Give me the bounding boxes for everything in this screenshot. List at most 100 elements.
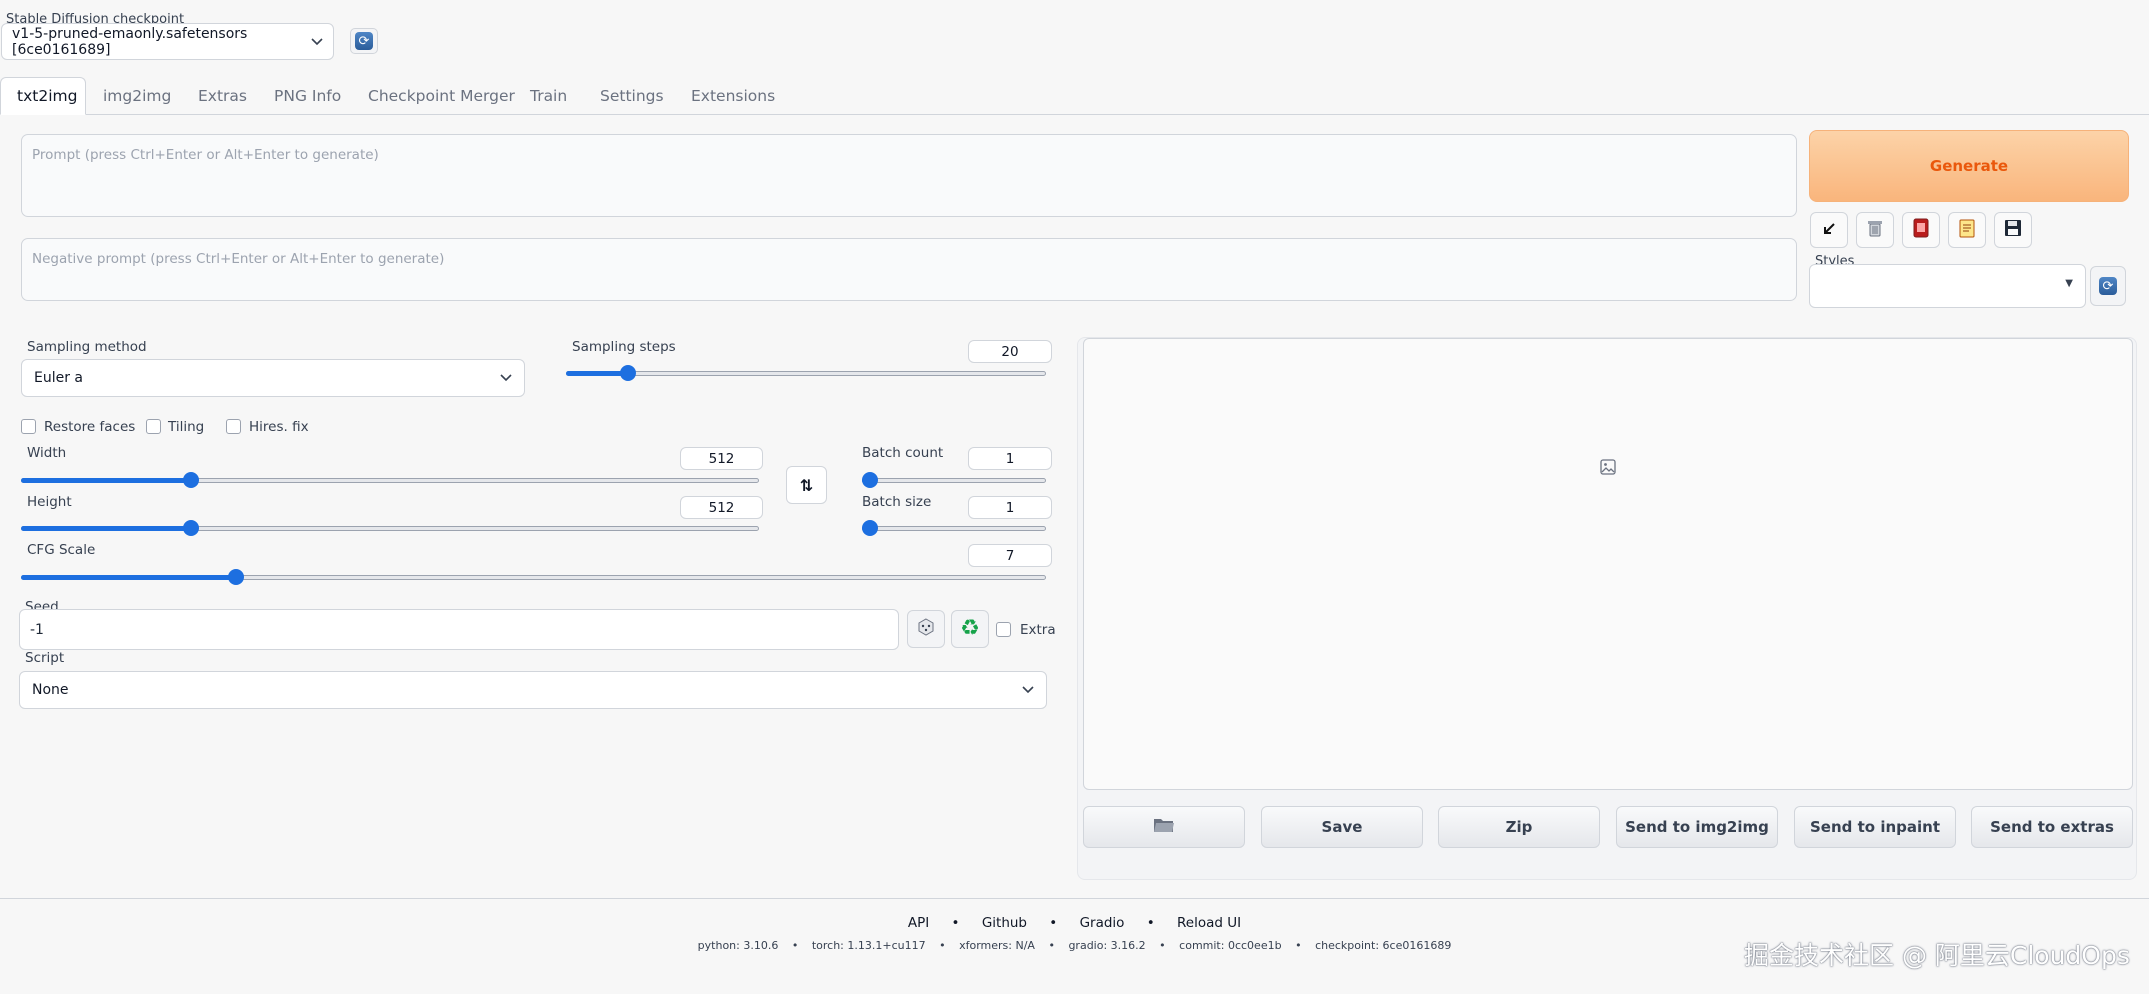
footer-link-reload-ui[interactable]: Reload UI [1177,915,1241,931]
tab-checkpoint-merger[interactable]: Checkpoint Merger [352,77,531,115]
refresh-icon: ⟳ [355,32,373,50]
batch-count-slider[interactable] [862,472,1046,488]
tiling-label: Tiling [168,419,205,435]
styles-select[interactable]: ▼ [1809,264,2086,308]
checkpoint-value: v1-5-pruned-emaonly.safetensors [6ce0161… [12,25,248,58]
script-value: None [32,682,69,698]
cfg-scale-input[interactable]: 7 [968,544,1052,567]
height-slider[interactable] [21,520,759,536]
chevron-down-icon [1022,682,1034,698]
swap-arrows-icon: ⇅ [799,475,814,495]
cfg-scale-label: CFG Scale [27,542,96,558]
hires-fix-checkbox[interactable] [226,419,241,434]
tab-txt2img[interactable]: txt2img [0,77,86,115]
prompt-input[interactable]: Prompt (press Ctrl+Enter or Alt+Enter to… [21,134,1797,217]
script-label: Script [25,650,65,666]
recycle-icon: ♻ [960,616,980,641]
sampling-method-select[interactable]: Euler a [21,359,525,397]
send-to-inpaint-button[interactable]: Send to inpaint [1794,806,1956,848]
styles-refresh-button[interactable]: ⟳ [2090,266,2126,306]
version-checkpoint: checkpoint: 6ce0161689 [1315,939,1452,952]
save-button[interactable]: Save [1261,806,1423,848]
seed-extra-label: Extra [1020,622,1056,638]
seed-extra-checkbox[interactable] [996,622,1011,637]
height-input[interactable]: 512 [680,496,763,519]
tab-extensions[interactable]: Extensions [675,77,791,115]
caret-down-icon: ▼ [2065,278,2073,289]
footer-separator: • [1048,939,1055,952]
width-slider[interactable] [21,472,759,488]
batch-size-slider[interactable] [862,520,1046,536]
batch-size-input[interactable]: 1 [968,496,1052,519]
save-style-button[interactable] [1994,212,2032,248]
chevron-down-icon [500,370,512,386]
clear-prompt-button[interactable] [1856,212,1894,248]
seed-input[interactable]: -1 [19,609,899,650]
footer-separator: • [1295,939,1302,952]
slider-thumb[interactable] [228,569,245,585]
swap-dimensions-button[interactable]: ⇅ [786,466,827,504]
image-placeholder-icon [1599,458,1617,480]
random-seed-button[interactable] [907,610,945,648]
batch-count-input[interactable]: 1 [968,447,1052,470]
paste-params-button[interactable] [1810,212,1848,248]
checkpoint-refresh-button[interactable]: ⟳ [350,28,378,54]
extra-networks-button[interactable] [1902,212,1940,248]
footer-separator: • [951,915,960,931]
footer-separator: • [1049,915,1058,931]
slider-thumb[interactable] [620,365,637,381]
sampling-method-label: Sampling method [27,339,147,355]
sampling-steps-slider[interactable] [566,365,1046,381]
dice-icon [916,617,936,641]
width-label: Width [27,445,67,461]
version-torch: torch: 1.13.1+cu117 [811,939,926,952]
floppy-disk-icon [2003,218,2023,242]
chevron-down-icon [311,34,323,50]
version-commit: commit: 0cc0ee1b [1179,939,1282,952]
clipboard-icon [1958,218,1976,242]
footer-links: API • Github • Gradio • Reload UI [0,915,2149,931]
version-python: python: 3.10.6 [697,939,779,952]
zip-button[interactable]: Zip [1438,806,1600,848]
arrow-down-left-icon [1822,221,1836,240]
sampling-steps-label: Sampling steps [572,339,676,355]
tab-img2img[interactable]: img2img [87,77,187,115]
negative-prompt-input[interactable]: Negative prompt (press Ctrl+Enter or Alt… [21,238,1797,301]
restore-faces-checkbox[interactable] [21,419,36,434]
tab-extras[interactable]: Extras [182,77,263,115]
output-gallery[interactable] [1083,338,2133,790]
tiling-checkbox[interactable] [146,419,161,434]
folder-icon [1153,816,1175,838]
batch-size-label: Batch size [862,494,932,510]
tab-train[interactable]: Train [514,77,583,115]
batch-count-label: Batch count [862,445,944,461]
sampling-method-value: Euler a [34,370,84,386]
script-select[interactable]: None [19,671,1047,709]
footer-link-github[interactable]: Github [982,915,1027,931]
generate-button[interactable]: Generate [1809,130,2129,202]
cfg-scale-slider[interactable] [21,569,1046,585]
checkpoint-select[interactable]: v1-5-pruned-emaonly.safetensors [6ce0161… [1,23,334,60]
tab-png-info[interactable]: PNG Info [258,77,357,115]
width-input[interactable]: 512 [680,447,763,470]
slider-thumb[interactable] [182,472,199,488]
version-gradio: gradio: 3.16.2 [1068,939,1146,952]
open-folder-button[interactable] [1083,806,1245,848]
apply-style-button[interactable] [1948,212,1986,248]
sampling-steps-input[interactable]: 20 [968,340,1052,363]
version-xformers: xformers: N/A [959,939,1035,952]
slider-thumb[interactable] [182,520,199,536]
tab-settings[interactable]: Settings [584,77,680,115]
refresh-icon: ⟳ [2099,277,2117,295]
footer-link-api[interactable]: API [908,915,929,931]
restore-faces-label: Restore faces [44,419,136,435]
send-to-img2img-button[interactable]: Send to img2img [1616,806,1778,848]
send-to-extras-button[interactable]: Send to extras [1971,806,2133,848]
reuse-seed-button[interactable]: ♻ [951,610,989,648]
seed-value: -1 [30,621,44,638]
slider-thumb[interactable] [862,472,878,488]
footer-link-gradio[interactable]: Gradio [1080,915,1125,931]
footer-separator: • [939,939,946,952]
footer-separator: • [791,939,799,952]
slider-thumb[interactable] [862,520,878,536]
